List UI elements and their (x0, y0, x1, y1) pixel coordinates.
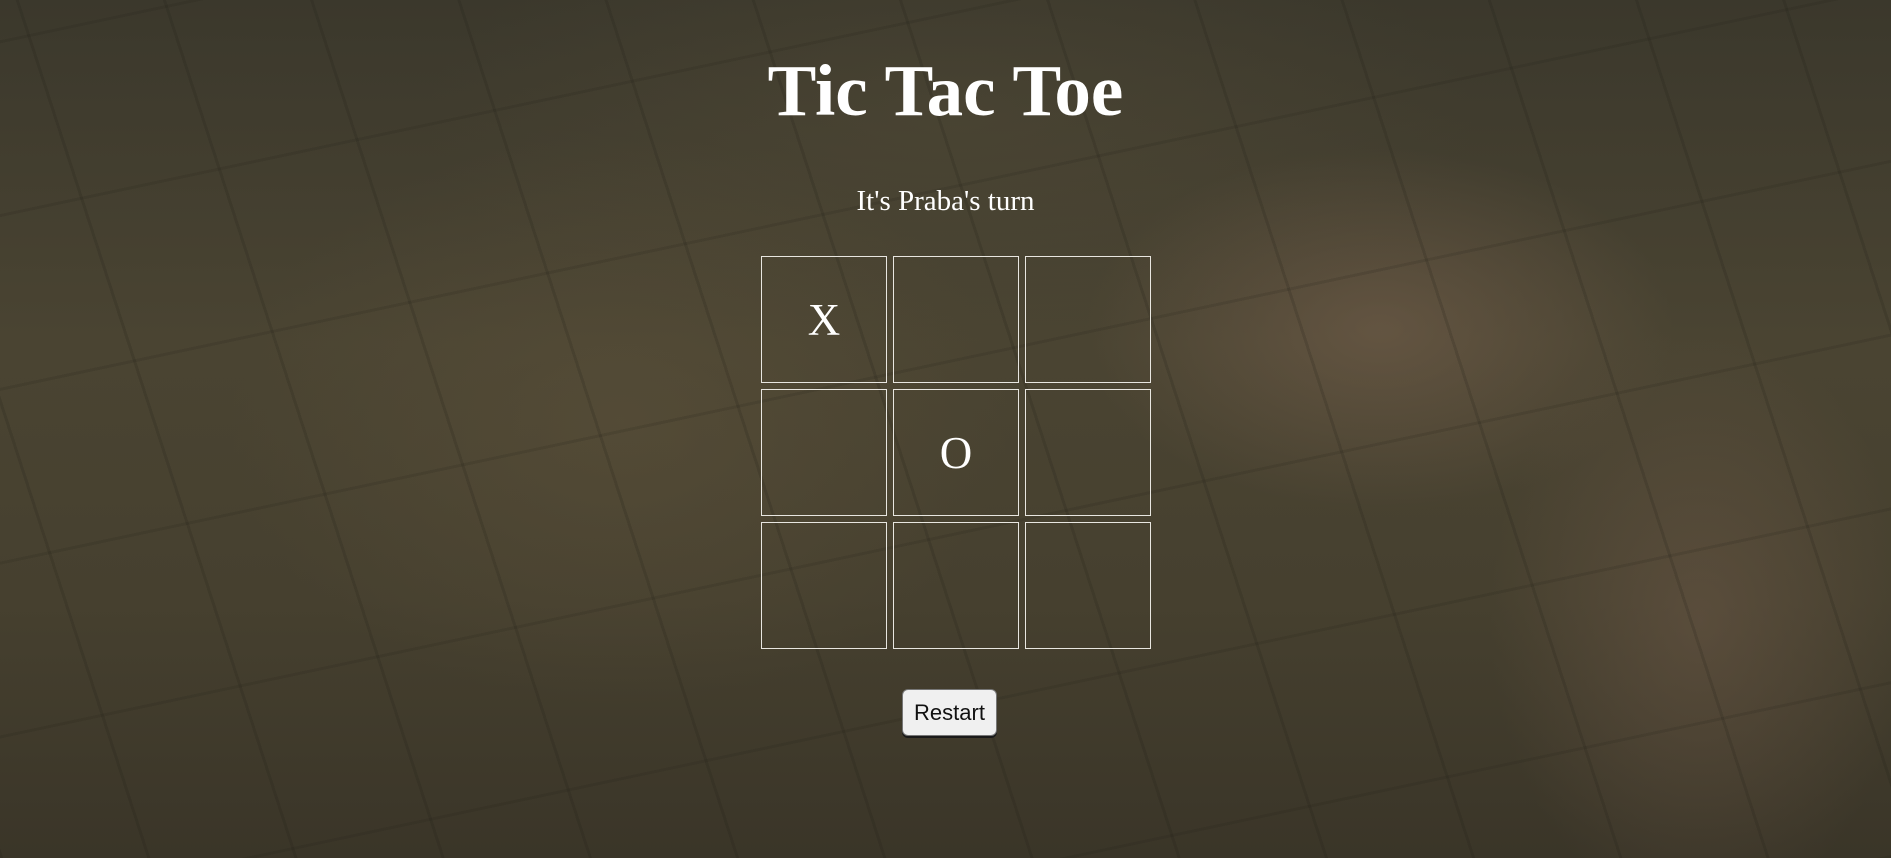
page-title: Tic Tac Toe (767, 50, 1124, 131)
board-cell-9[interactable] (1025, 522, 1151, 649)
game-container: Tic Tac Toe It's Praba's turn X O Restar… (0, 0, 1891, 858)
board-cell-1[interactable]: X (761, 256, 887, 383)
board-cell-2[interactable] (893, 256, 1019, 383)
game-board: X O (761, 256, 1152, 650)
board-cell-4[interactable] (761, 389, 887, 516)
board-cell-3[interactable] (1025, 256, 1151, 383)
turn-status: It's Praba's turn (856, 185, 1035, 217)
board-cell-7[interactable] (761, 522, 887, 649)
board-cell-6[interactable] (1025, 389, 1151, 516)
board-cell-5[interactable]: O (893, 389, 1019, 516)
restart-button[interactable]: Restart (902, 689, 997, 736)
board-cell-8[interactable] (893, 522, 1019, 649)
